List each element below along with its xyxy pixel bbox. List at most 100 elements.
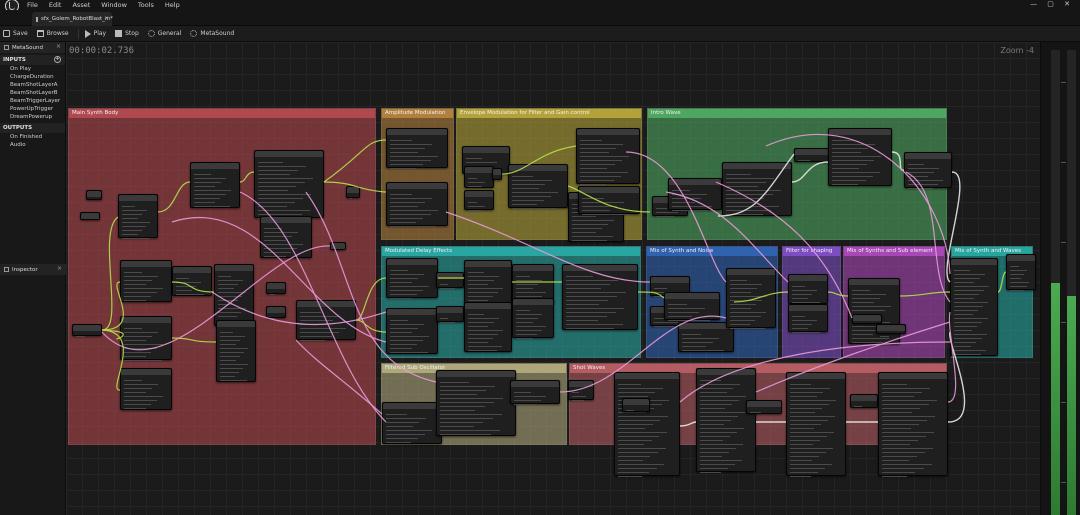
- metasound-icon: [4, 45, 9, 50]
- add-input-icon[interactable]: +: [54, 56, 61, 63]
- meter-tick: [1061, 162, 1066, 163]
- close-tab-icon[interactable]: ×: [104, 15, 109, 22]
- tab-bar: sfx_Golem_RobotBlast_m* ×: [0, 10, 1080, 26]
- graph-wire: [733, 291, 789, 303]
- graph-wire: [891, 151, 905, 171]
- metasound-panel-tab[interactable]: MetaSound ×: [0, 42, 65, 53]
- graph-wire: [323, 181, 387, 193]
- inspector-icon: [4, 267, 9, 272]
- outputs-header-label: OUTPUTS: [3, 125, 33, 131]
- document-tab[interactable]: sfx_Golem_RobotBlast_m* ×: [32, 12, 113, 26]
- gear-icon: [190, 30, 198, 37]
- metasound-asset-icon: [36, 16, 38, 22]
- graph-wire: [101, 245, 331, 351]
- graph-wire: [501, 145, 577, 175]
- save-label: Save: [13, 30, 28, 37]
- gear-icon: [147, 30, 155, 37]
- output-meters-panel: [1040, 42, 1080, 515]
- menu-tools[interactable]: Tools: [138, 1, 154, 9]
- play-button[interactable]: Play: [84, 29, 107, 38]
- outputs-list: On Finished Audio: [0, 133, 65, 149]
- save-button[interactable]: Save: [3, 30, 28, 37]
- stop-button[interactable]: Stop: [115, 30, 139, 37]
- input-item[interactable]: On Play: [0, 65, 65, 73]
- graph-wire: [239, 171, 255, 183]
- browse-label: Browse: [46, 30, 69, 37]
- graph-wire: [559, 315, 727, 393]
- save-icon: [3, 30, 10, 37]
- graph-wire: [717, 153, 795, 217]
- graph-wire: [101, 281, 124, 331]
- browse-button[interactable]: Browse: [36, 30, 69, 37]
- input-item[interactable]: DreamPowerup: [0, 113, 65, 121]
- meter-tick: [1061, 242, 1066, 243]
- graph-wire: [791, 161, 829, 183]
- metasound-label: MetaSound: [200, 30, 235, 37]
- graph-wire: [899, 291, 951, 297]
- inspector-panel: Inspector ×: [0, 264, 66, 275]
- graph-wire: [171, 281, 215, 293]
- general-label: General: [157, 30, 182, 37]
- menu-asset[interactable]: Asset: [72, 1, 90, 9]
- meter-tick: [1061, 482, 1066, 483]
- play-label: Play: [93, 30, 107, 37]
- members-panel: MetaSound × INPUTS + On Play ChargeDurat…: [0, 42, 66, 515]
- output-item[interactable]: Audio: [0, 141, 65, 149]
- menu-edit[interactable]: Edit: [49, 1, 62, 9]
- graph-wire: [947, 331, 966, 423]
- input-item[interactable]: BeamTriggerLayer: [0, 97, 65, 105]
- graph-wire: [947, 311, 957, 403]
- graph-wire: [171, 216, 387, 343]
- graph-wire: [997, 271, 1007, 293]
- graph-wire: [679, 421, 697, 427]
- inspector-tab[interactable]: Inspector ×: [0, 264, 66, 275]
- graph-wire: [101, 216, 119, 331]
- graph-wire: [827, 291, 849, 297]
- graph-wire: [355, 319, 387, 333]
- folder-icon: [36, 30, 44, 37]
- toolbar-separator: [77, 28, 79, 39]
- output-item[interactable]: On Finished: [0, 133, 65, 141]
- stop-icon: [115, 30, 123, 37]
- graph-wire: [567, 185, 651, 213]
- window-controls[interactable]: — ▢ ✕: [1030, 0, 1074, 8]
- play-icon: [84, 29, 91, 38]
- graph-wire: [679, 341, 951, 403]
- input-item[interactable]: BeamShotLayerA: [0, 81, 65, 89]
- input-item[interactable]: ChargeDuration: [0, 73, 65, 81]
- toolbar: Save Browse Play Stop General MetaSound: [0, 26, 1080, 42]
- metasound-settings-button[interactable]: MetaSound: [190, 30, 234, 37]
- left-meter-level: [1051, 282, 1060, 515]
- right-channel-meter: [1067, 50, 1076, 515]
- menu-file[interactable]: File: [27, 1, 38, 9]
- meter-tick: [1061, 82, 1066, 83]
- menu-bar: File Edit Asset Window Tools Help — ▢ ✕: [0, 0, 1080, 13]
- close-icon[interactable]: ×: [56, 43, 61, 50]
- graph-wire: [665, 191, 789, 283]
- inspector-title: Inspector: [12, 266, 38, 273]
- general-button[interactable]: General: [147, 30, 182, 37]
- close-icon[interactable]: ×: [57, 265, 62, 272]
- node-graph-canvas[interactable]: 00:00:02.736 Zoom -4 Main Synth Body Amp…: [66, 42, 1040, 515]
- graph-wire: [101, 329, 124, 391]
- meter-tick: [1061, 322, 1066, 323]
- left-channel-meter: [1051, 50, 1060, 515]
- stop-label: Stop: [125, 30, 139, 37]
- graph-wire: [157, 181, 191, 213]
- graph-wire: [323, 139, 387, 183]
- meter-tick: [1061, 402, 1066, 403]
- menu-window[interactable]: Window: [101, 1, 127, 9]
- outputs-section-header[interactable]: OUTPUTS: [0, 123, 65, 133]
- input-item[interactable]: BeamShotLayerB: [0, 89, 65, 97]
- graph-wire: [637, 291, 665, 299]
- metasound-panel-title: MetaSound: [12, 44, 43, 51]
- input-item[interactable]: PowerUpTrigger: [0, 105, 65, 113]
- menu-help[interactable]: Help: [165, 1, 180, 9]
- graph-wire: [715, 181, 853, 319]
- graph-wire: [445, 211, 651, 283]
- inputs-header-label: INPUTS: [3, 57, 26, 63]
- graph-wire: [625, 151, 727, 283]
- graph-wire: [295, 339, 383, 415]
- right-meter-level: [1067, 296, 1076, 515]
- inputs-section-header[interactable]: INPUTS +: [0, 55, 65, 65]
